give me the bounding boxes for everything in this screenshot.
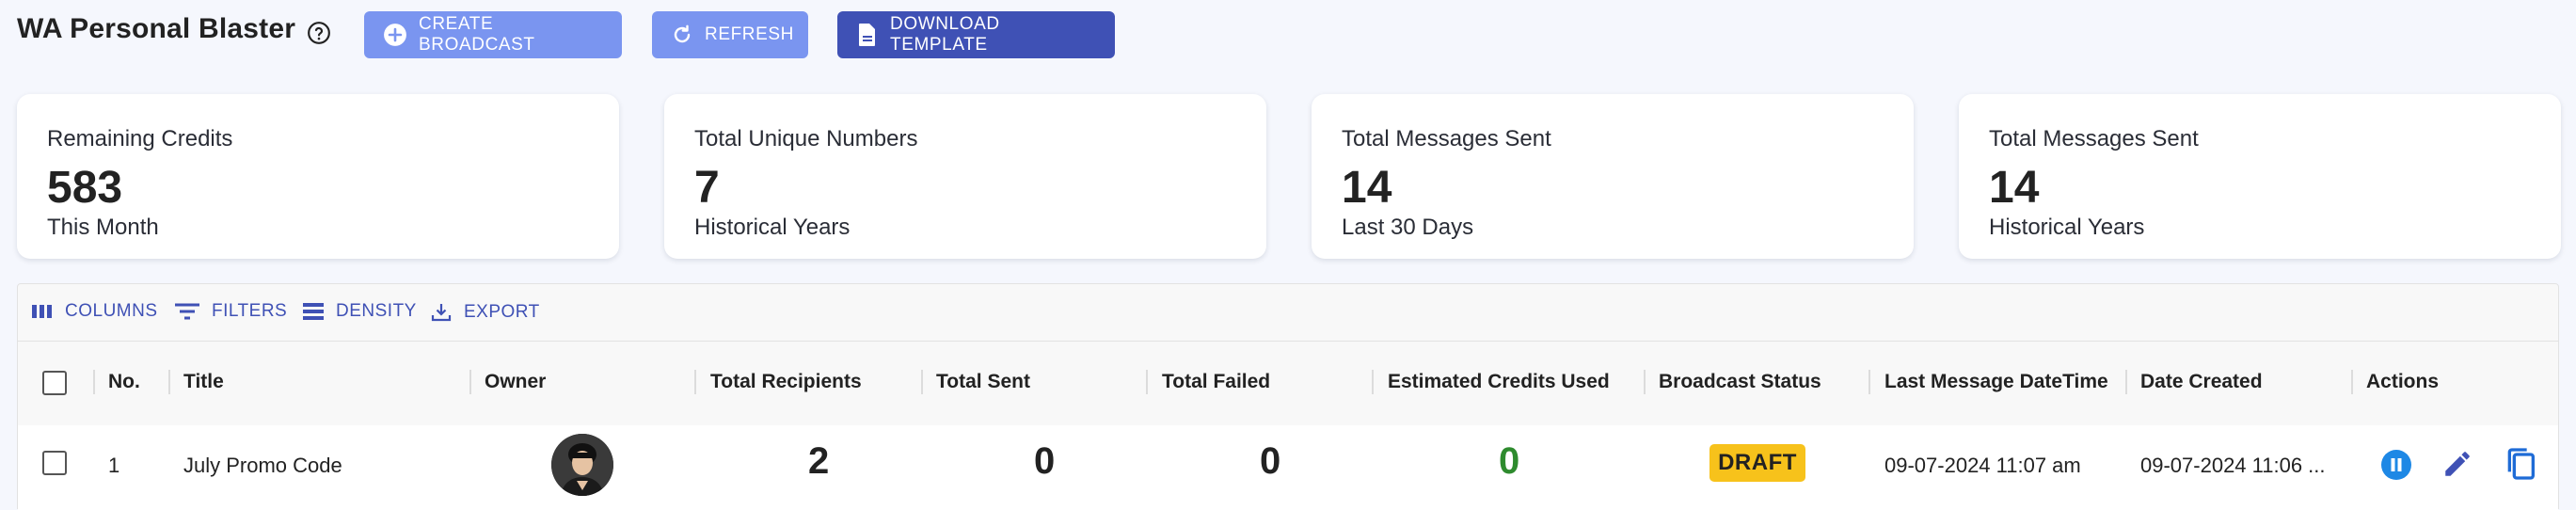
density-label: DENSITY [336,301,417,321]
column-header-title[interactable]: Title [183,371,224,393]
column-separator[interactable] [2351,370,2353,394]
column-header-broadcast-status[interactable]: Broadcast Status [1659,371,1821,393]
column-separator[interactable] [694,370,696,394]
document-icon [859,24,875,46]
column-header-owner[interactable]: Owner [485,371,546,393]
column-separator[interactable] [1146,370,1148,394]
column-header-last-message-datetime[interactable]: Last Message DateTime [1884,371,2108,393]
cell-total-failed: 0 [1260,440,1281,482]
column-separator[interactable] [1372,370,1374,394]
stat-subtitle: Historical Years [1989,215,2145,240]
stat-card-messages-historical: Total Messages Sent 14 Historical Years [1959,94,2561,259]
column-separator[interactable] [1644,370,1646,394]
column-separator[interactable] [469,370,471,394]
stat-card-remaining-credits: Remaining Credits 583 This Month [17,94,619,259]
owner-avatar [551,434,613,496]
page-title: WA Personal Blaster [17,13,296,44]
pause-icon[interactable] [2379,448,2413,482]
stat-subtitle: Last 30 Days [1342,215,1474,240]
column-separator[interactable] [2125,370,2127,394]
refresh-button[interactable]: REFRESH [652,11,808,58]
stat-subtitle: Historical Years [694,215,851,240]
column-header-total-failed[interactable]: Total Failed [1162,371,1270,393]
cell-no: 1 [108,454,120,477]
stat-value: 583 [47,163,123,213]
grid-toolbar: COLUMNS FILTERS DENSITY EXPORT [18,284,2558,341]
cell-title: July Promo Code [183,454,342,477]
export-button[interactable]: EXPORT [430,301,540,324]
stat-label: Total Messages Sent [1342,126,1551,151]
refresh-icon [674,24,691,43]
column-header-total-recipients[interactable]: Total Recipients [710,371,862,393]
filters-label: FILTERS [212,301,288,321]
refresh-label: REFRESH [705,24,794,44]
stat-value: 14 [1989,163,2040,213]
export-icon [431,304,452,322]
help-circle-icon[interactable] [307,21,331,45]
column-separator[interactable] [93,370,95,394]
cell-estimated-credits: 0 [1499,440,1520,482]
download-template-label: DOWNLOAD TEMPLATE [890,14,1000,55]
stat-card-unique-numbers: Total Unique Numbers 7 Historical Years [664,94,1266,259]
cell-total-recipients: 2 [808,440,830,482]
column-separator[interactable] [168,370,170,394]
export-label: EXPORT [464,302,540,322]
stat-value: 7 [694,163,720,213]
columns-label: COLUMNS [65,301,158,321]
column-header-date-created[interactable]: Date Created [2140,371,2263,393]
filter-icon [175,303,199,320]
status-badge: DRAFT [1709,444,1805,482]
table-row[interactable]: 1 July Promo Code 2 0 0 0 DRAFT 09-07-20… [18,425,2558,510]
top-bar: WA Personal Blaster CREATE BROADCAST REF… [0,0,2576,72]
column-separator[interactable] [1868,370,1870,394]
grid-header-row: No. Title Owner Total Recipients Total S… [18,341,2558,426]
edit-icon[interactable] [2441,448,2473,480]
column-header-actions: Actions [2366,371,2440,392]
cell-date-created: 09-07-2024 11:06 ... [2140,454,2326,477]
column-header-no[interactable]: No. [108,371,140,393]
copy-icon[interactable] [2502,444,2539,484]
column-header-total-sent[interactable]: Total Sent [936,371,1030,393]
stat-value: 14 [1342,163,1392,213]
columns-button[interactable]: COLUMNS [31,301,158,322]
column-separator[interactable] [921,370,923,394]
cell-total-sent: 0 [1034,440,1056,482]
density-icon [303,303,324,320]
stat-label: Total Unique Numbers [694,126,918,151]
select-all-checkbox[interactable] [42,371,67,395]
create-broadcast-button[interactable]: CREATE BROADCAST [364,11,622,58]
download-template-button[interactable]: DOWNLOAD TEMPLATE [837,11,1115,58]
cell-last-message-datetime: 09-07-2024 11:07 am [1884,454,2081,477]
row-checkbox[interactable] [42,451,67,475]
broadcast-data-grid: COLUMNS FILTERS DENSITY EXPORT No. Title… [17,283,2559,510]
density-button[interactable]: DENSITY [302,301,417,322]
stat-subtitle: This Month [47,215,159,240]
filters-button[interactable]: FILTERS [174,301,287,322]
stat-card-messages-30-days: Total Messages Sent 14 Last 30 Days [1312,94,1914,259]
stat-label: Remaining Credits [47,126,233,151]
column-header-estimated-credits[interactable]: Estimated Credits Used [1388,371,1610,393]
create-broadcast-label: CREATE BROADCAST [419,14,535,55]
columns-icon [32,305,52,318]
plus-circle-icon [384,24,406,46]
stat-label: Total Messages Sent [1989,126,2199,151]
